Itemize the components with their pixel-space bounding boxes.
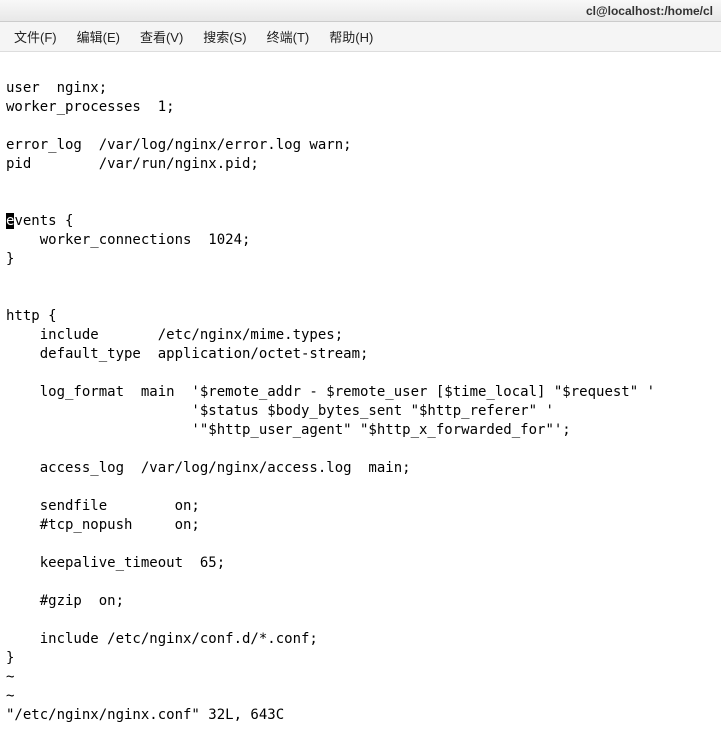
editor-line: error_log /var/log/nginx/error.log warn; — [6, 137, 352, 153]
editor-line: vents { — [14, 213, 73, 229]
editor-line: include /etc/nginx/mime.types; — [6, 327, 343, 343]
terminal-content[interactable]: user nginx; worker_processes 1; error_lo… — [0, 52, 721, 731]
window-titlebar: cl@localhost:/home/cl — [0, 0, 721, 22]
editor-line: #gzip on; — [6, 593, 124, 609]
editor-line: '$status $body_bytes_sent "$http_referer… — [6, 403, 554, 419]
menubar: 文件(F) 编辑(E) 查看(V) 搜索(S) 终端(T) 帮助(H) — [0, 22, 721, 52]
vim-tilde: ~ — [6, 688, 14, 704]
vim-tilde: ~ — [6, 669, 14, 685]
editor-line: keepalive_timeout 65; — [6, 555, 225, 571]
editor-line: default_type application/octet-stream; — [6, 346, 368, 362]
menu-terminal[interactable]: 终端(T) — [259, 23, 318, 50]
menu-file[interactable]: 文件(F) — [6, 23, 65, 50]
menu-search[interactable]: 搜索(S) — [195, 23, 254, 50]
window-title: cl@localhost:/home/cl — [586, 4, 713, 18]
editor-line: http { — [6, 308, 57, 324]
editor-line: '"$http_user_agent" "$http_x_forwarded_f… — [6, 422, 571, 438]
vim-status-line: "/etc/nginx/nginx.conf" 32L, 643C — [6, 707, 284, 723]
editor-line: access_log /var/log/nginx/access.log mai… — [6, 460, 411, 476]
editor-line: include /etc/nginx/conf.d/*.conf; — [6, 631, 318, 647]
editor-line: } — [6, 251, 14, 267]
editor-line: worker_processes 1; — [6, 99, 175, 115]
editor-line: sendfile on; — [6, 498, 200, 514]
editor-line: user nginx; — [6, 80, 107, 96]
editor-line: worker_connections 1024; — [6, 232, 250, 248]
editor-line: #tcp_nopush on; — [6, 517, 200, 533]
menu-view[interactable]: 查看(V) — [132, 23, 191, 50]
editor-line: } — [6, 650, 14, 666]
editor-line: log_format main '$remote_addr - $remote_… — [6, 384, 655, 400]
editor-line: pid /var/run/nginx.pid; — [6, 156, 259, 172]
menu-help[interactable]: 帮助(H) — [321, 23, 381, 50]
menu-edit[interactable]: 编辑(E) — [69, 23, 128, 50]
